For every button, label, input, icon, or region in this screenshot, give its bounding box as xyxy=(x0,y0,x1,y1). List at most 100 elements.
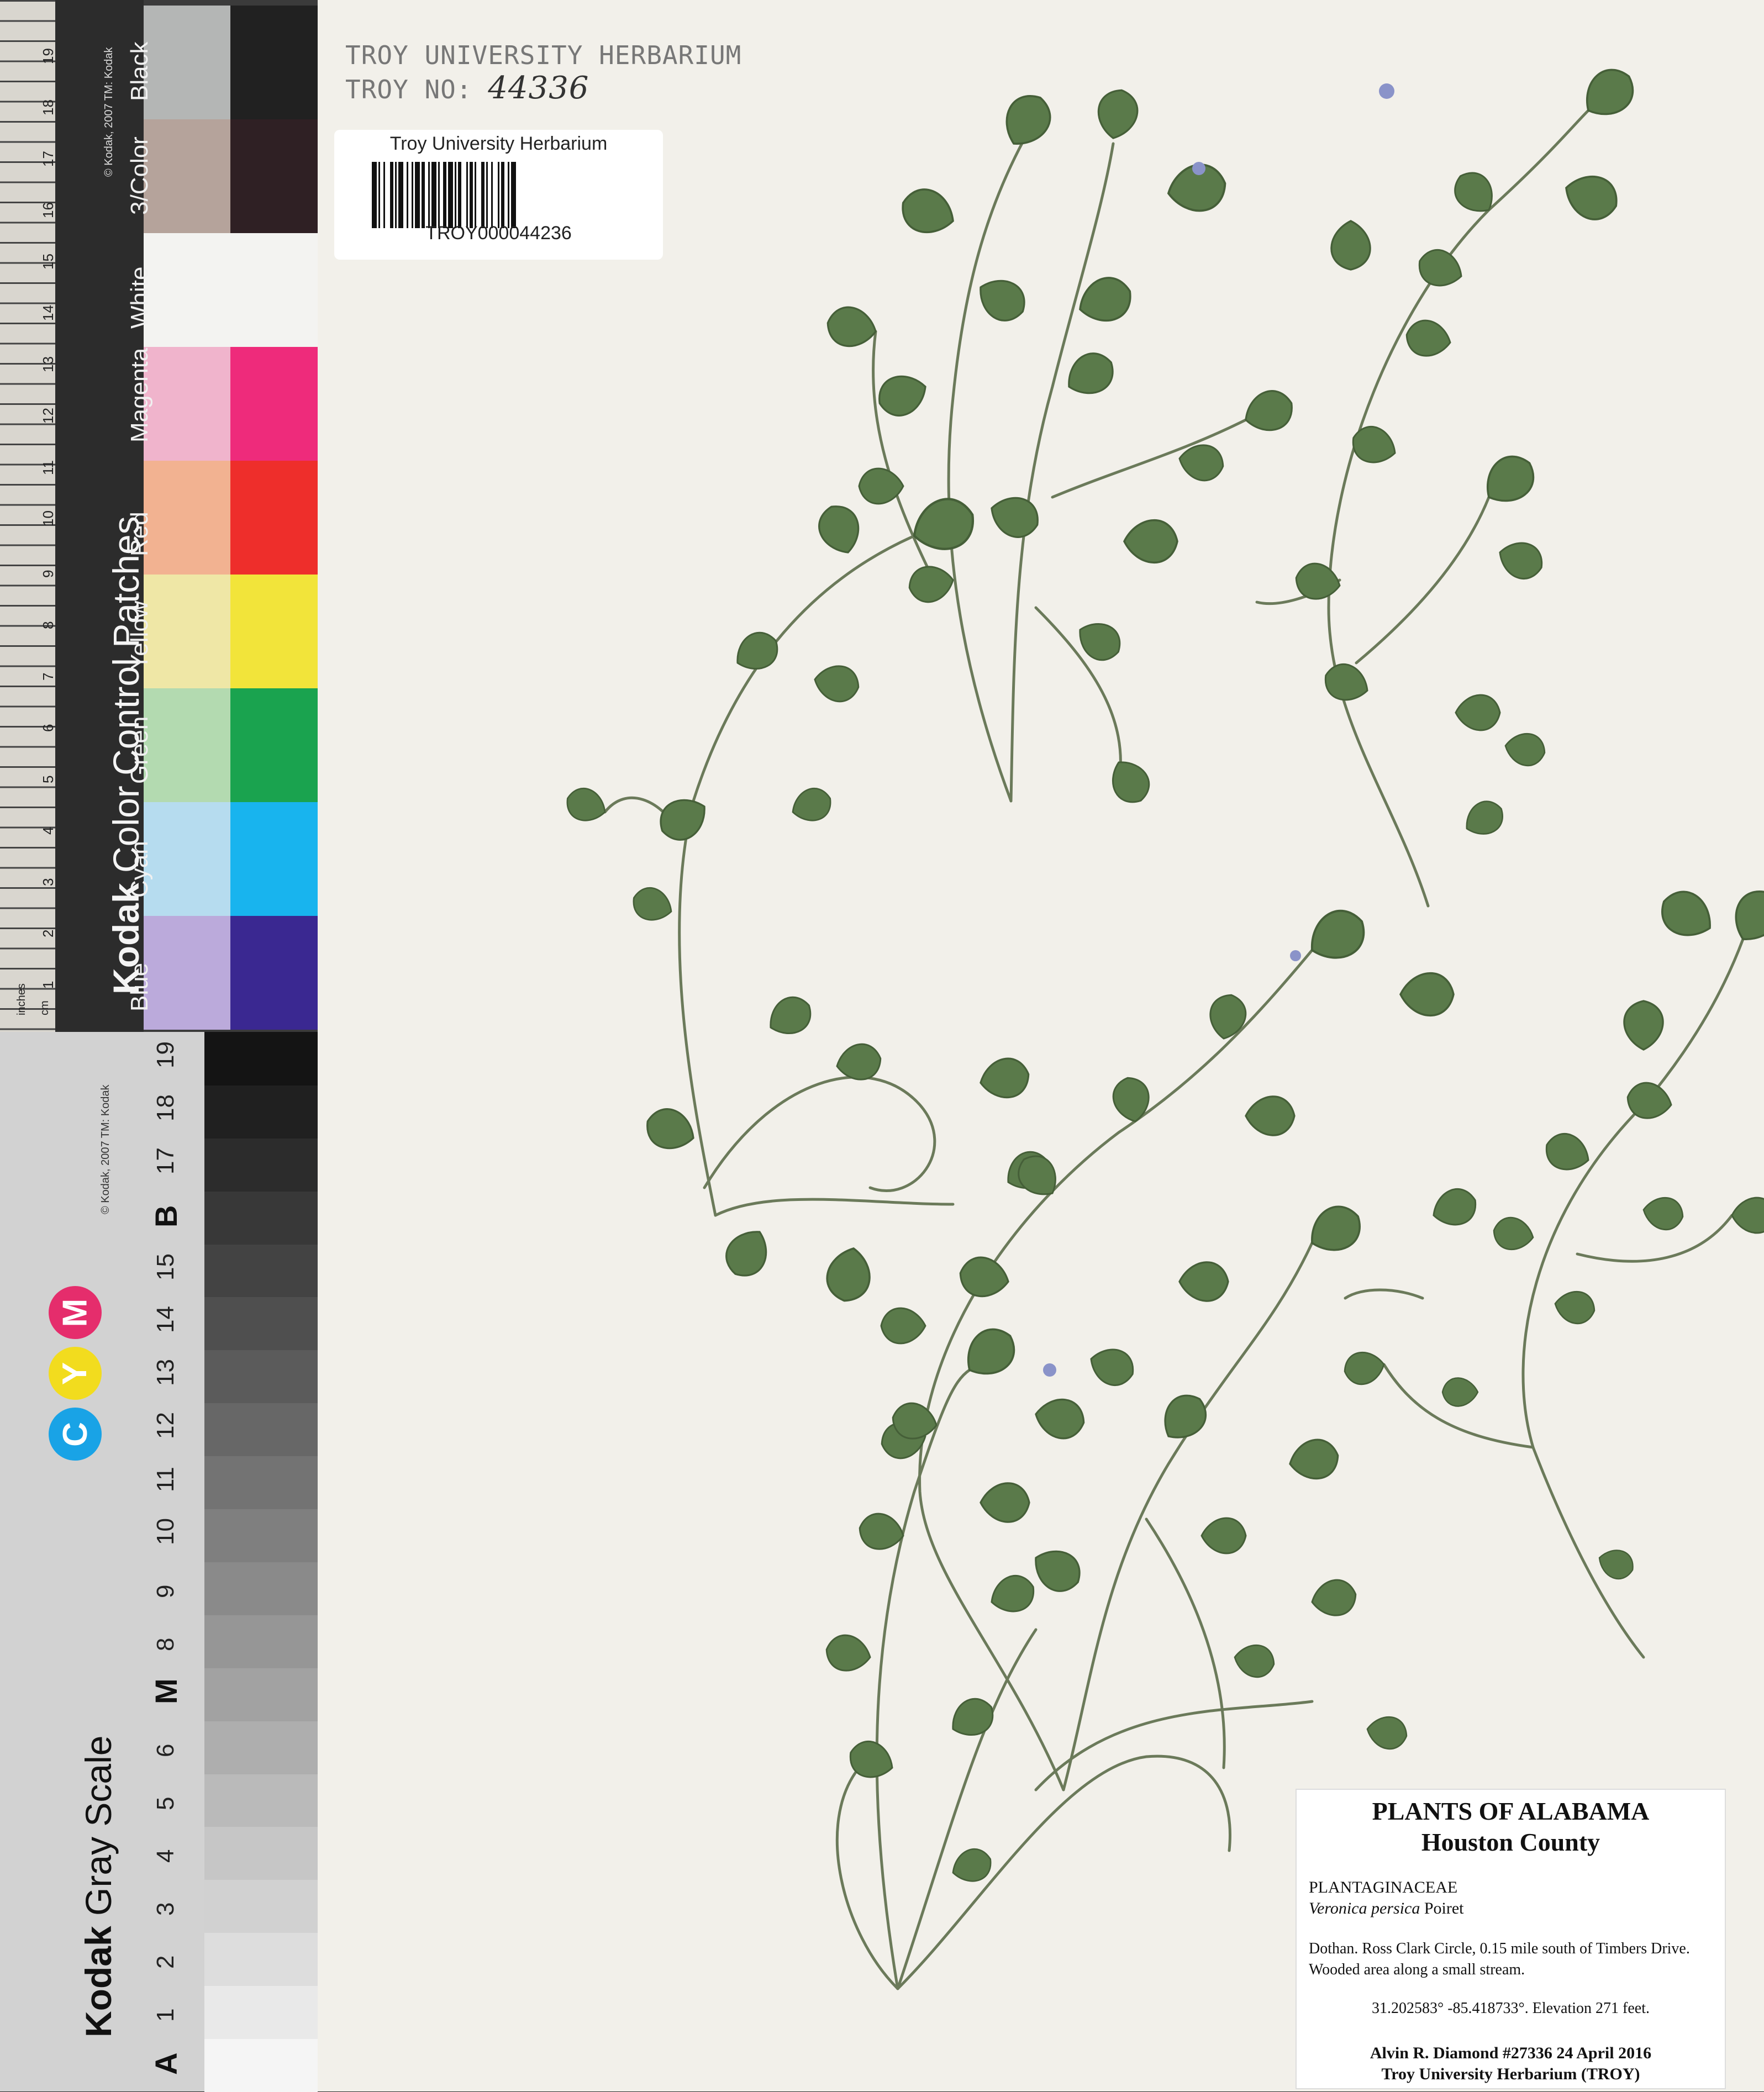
gray-scale-label: 17 xyxy=(152,1147,179,1174)
gray-scale-label: 1 xyxy=(152,2008,179,2022)
barcode-bar xyxy=(412,162,413,228)
gray-step xyxy=(204,1137,318,1192)
gray-step xyxy=(204,1350,318,1404)
gray-step xyxy=(204,1562,318,1615)
barcode-bar xyxy=(390,162,393,228)
ruler-number: 13 xyxy=(40,356,56,372)
color-card-title: Kodak Color Control Patches xyxy=(106,516,146,994)
barcode-bar xyxy=(448,162,453,228)
label-species-line: Veronica persica Poiret xyxy=(1309,1899,1464,1918)
ruler-number: 5 xyxy=(40,775,56,783)
label-coordinates: 31.202583° -85.418733°. Elevation 271 fe… xyxy=(1372,2000,1650,2017)
gray-scale-label: 18 xyxy=(152,1094,179,1121)
gray-scale-label: 13 xyxy=(152,1359,179,1387)
color-patch-light xyxy=(144,233,230,347)
gray-scale-label: 12 xyxy=(152,1412,179,1440)
color-patch-label: Black xyxy=(126,41,153,101)
stamp-number-prefix: TROY NO: xyxy=(345,75,472,104)
label-locality-1: Dothan. Ross Clark Circle, 0.15 mile sou… xyxy=(1309,1940,1690,1957)
gray-step xyxy=(204,1932,318,1986)
barcode-bar xyxy=(466,162,468,228)
label-locality-2: Wooded area along a small stream. xyxy=(1309,1961,1525,1978)
gray-scale-label: M xyxy=(149,1678,183,1704)
ruler-numbers: 1 2 3 4 5 6 7 8 9 10 11 12 13 14 15 16 17 18 19 xyxy=(0,0,56,1032)
ruler-number: 3 xyxy=(40,878,56,886)
barcode-bar xyxy=(407,162,408,228)
label-title: PLANTS OF ALABAMA xyxy=(1372,1797,1650,1825)
barcode-bar xyxy=(431,162,436,228)
stamp-number-line: TROY NO: 44336 xyxy=(345,72,741,106)
magenta-dot-icon: M xyxy=(49,1286,102,1339)
gray-scale-label: 5 xyxy=(152,1796,179,1810)
color-patch-dark xyxy=(230,233,318,347)
color-patch-light xyxy=(144,802,230,916)
color-patch-label: 3/Color xyxy=(126,136,153,215)
stamp-institution: TROY UNIVERSITY HERBARIUM xyxy=(345,40,742,70)
gray-scale-label: 10 xyxy=(152,1518,179,1545)
barcode-bar xyxy=(498,162,499,228)
herbarium-stamp: TROY UNIVERSITY HERBARIUM TROY NO: 44336 xyxy=(345,39,741,106)
ruler-number: 2 xyxy=(40,929,56,937)
ruler-number: 11 xyxy=(40,460,56,475)
ruler-number: 19 xyxy=(40,48,56,64)
gray-step xyxy=(204,1509,318,1562)
barcode-bar xyxy=(443,162,446,228)
color-control-card: 1 2 3 4 5 6 7 8 9 10 11 12 13 14 15 16 17 18 19 Black 3/Col… xyxy=(0,0,318,1032)
gray-step xyxy=(204,1773,318,1827)
gray-step xyxy=(204,1826,318,1880)
ruler-number: 15 xyxy=(40,254,56,270)
gray-scale-label: 11 xyxy=(152,1467,179,1493)
color-patch-dark xyxy=(230,575,318,688)
gray-scale-label: 15 xyxy=(152,1253,179,1281)
color-patch-dark xyxy=(230,119,318,233)
color-patch-light xyxy=(144,347,230,461)
gray-card-title: Kodak Gray Scale xyxy=(78,1735,119,2037)
herbarium-sheet: TROY UNIVERSITY HERBARIUM TROY NO: 44336… xyxy=(318,0,1764,2091)
color-patch-light xyxy=(144,119,230,233)
barcode-bar xyxy=(428,162,430,228)
ruler-number: 18 xyxy=(40,99,56,115)
barcode-bar xyxy=(372,162,377,228)
gray-scale-label: 6 xyxy=(152,1743,179,1757)
barcode-bar xyxy=(438,162,440,228)
barcode-bar xyxy=(501,162,504,228)
color-patch-dark xyxy=(230,802,318,916)
gray-scale-card: A 1 2 3 4 5 6 M 8 9 10 11 12 13 14 15 B 17 18 19 M Y C Koda… xyxy=(0,1032,318,2092)
ruler-number: 8 xyxy=(40,621,56,629)
color-patch-dark xyxy=(230,347,318,461)
barcode-bar xyxy=(422,162,425,228)
plant-specimen-image xyxy=(561,59,1764,1990)
gray-scale-label: 8 xyxy=(152,1637,179,1651)
gray-scale-label: 3 xyxy=(152,1902,179,1916)
label-family: PLANTAGINACEAE xyxy=(1309,1878,1458,1896)
barcode-bar xyxy=(383,162,385,228)
barcode-title: Troy University Herbarium xyxy=(389,133,608,154)
barcode-icon xyxy=(372,162,516,228)
color-patch-dark xyxy=(230,688,318,802)
label-institution: Troy University Herbarium (TROY) xyxy=(1381,2065,1640,2083)
gray-step xyxy=(204,2038,318,2092)
label-author: Poiret xyxy=(1420,1899,1464,1917)
gray-step xyxy=(204,1879,318,1933)
gray-step xyxy=(204,1243,318,1298)
barcode-bar xyxy=(458,162,461,228)
ruler-unit-inches: inches xyxy=(15,983,28,1015)
gray-step xyxy=(204,1084,318,1139)
gray-card-copyright: © Kodak, 2007 TM: Kodak xyxy=(99,1084,112,1214)
ruler-number: 7 xyxy=(40,672,56,681)
barcode-bar xyxy=(481,162,485,228)
color-patch-light xyxy=(144,6,230,119)
barcode-bar xyxy=(486,162,488,228)
barcode-bar xyxy=(475,162,476,228)
gray-scale-label: 9 xyxy=(152,1584,179,1598)
gray-scale-label: 14 xyxy=(152,1306,179,1334)
gray-scale-label: 2 xyxy=(152,1955,179,1969)
ruler-number: 14 xyxy=(40,305,56,321)
barcode-label: Troy University Herbarium TROY000044236 xyxy=(334,130,663,260)
color-patch-dark xyxy=(230,916,318,1030)
ruler-unit-cm: cm xyxy=(39,1000,51,1015)
color-patch-light xyxy=(144,575,230,688)
cyan-dot-icon: C xyxy=(49,1408,102,1461)
label-collector: Alvin R. Diamond #27336 24 April 2016 xyxy=(1370,2044,1652,2062)
gray-step xyxy=(204,1614,318,1668)
